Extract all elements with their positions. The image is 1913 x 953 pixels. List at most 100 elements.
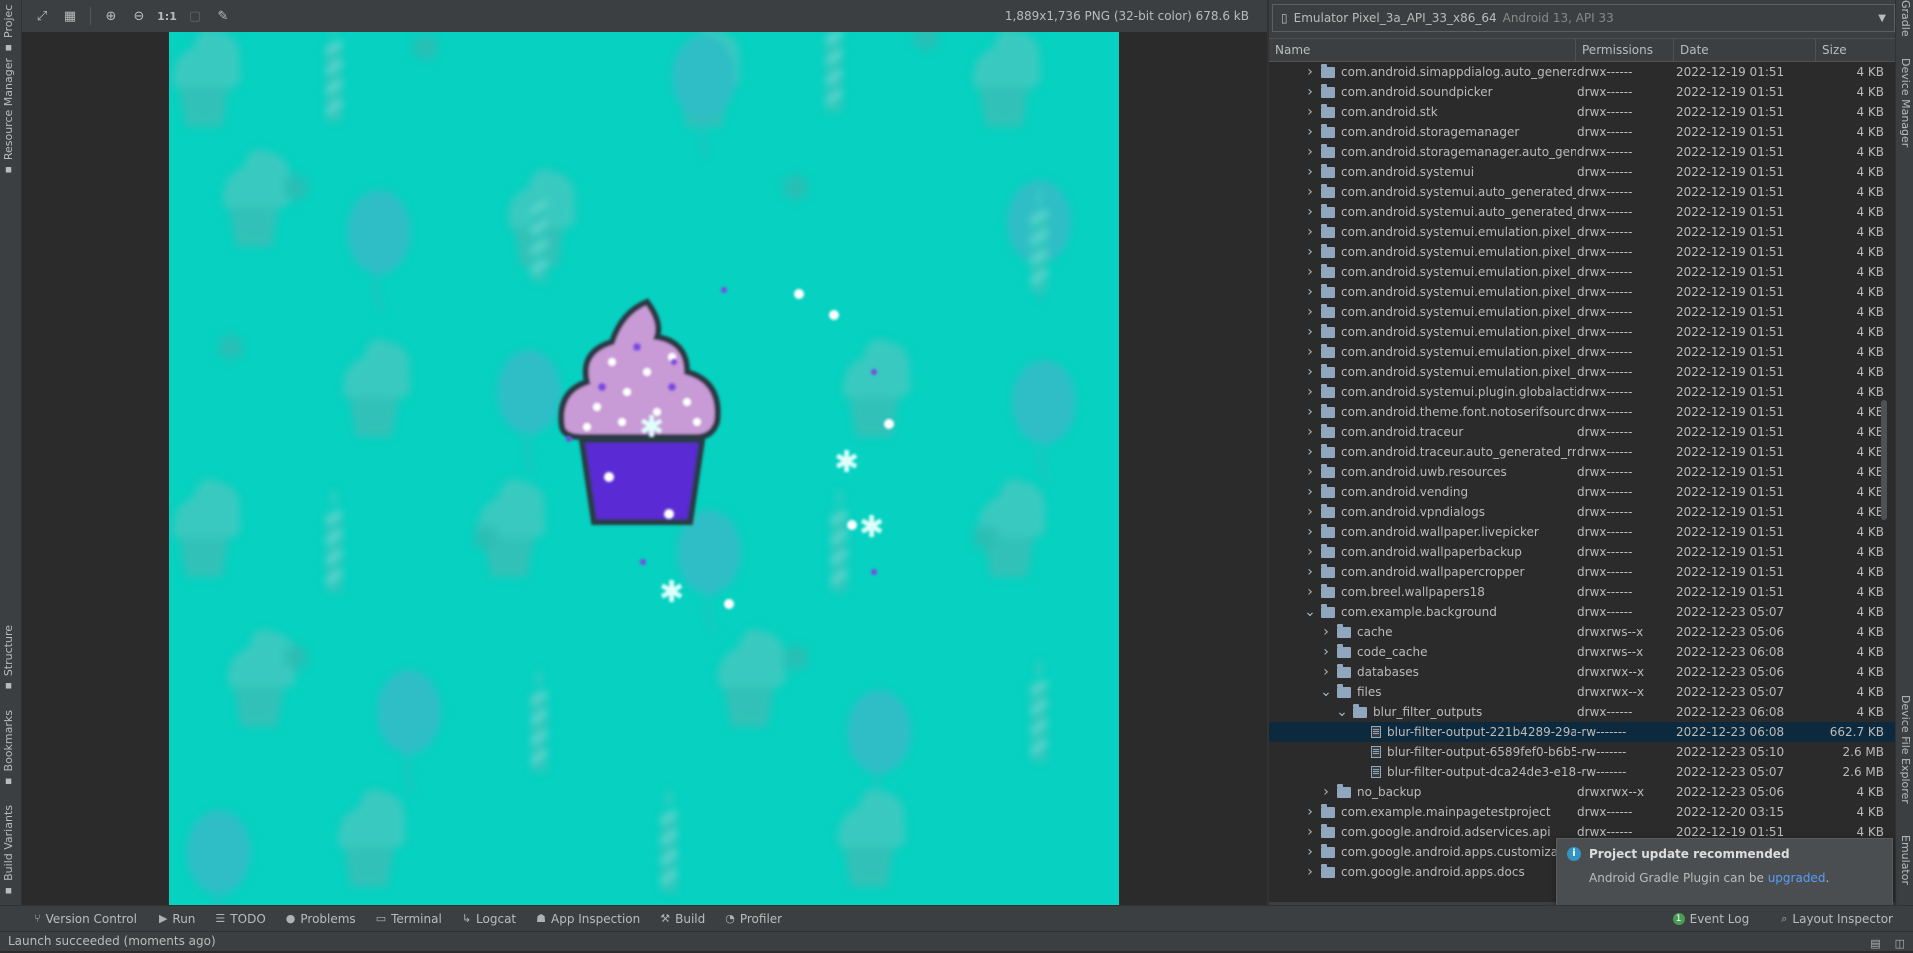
chevron-right-icon[interactable]: › (1303, 422, 1317, 442)
chevron-down-icon[interactable]: ⌄ (1319, 682, 1333, 702)
chevron-right-icon[interactable]: › (1303, 342, 1317, 362)
zoom-in-icon[interactable]: ⊕ (99, 4, 123, 28)
folder-row[interactable]: › com.android.systemui.emulation.pixel_3_… (1269, 242, 1895, 262)
tool-tab-device-file-explorer[interactable]: Device File Explorer (1899, 695, 1912, 804)
chevron-right-icon[interactable]: › (1303, 362, 1317, 382)
column-header-size[interactable]: Size (1816, 39, 1886, 61)
tab-todo[interactable]: ☰ TODO (215, 912, 265, 926)
folder-row[interactable]: ⌄ files drwxrwx--x 2022-12-23 05:07 4 KB (1269, 682, 1895, 702)
folder-row[interactable]: › com.android.wallpaperbackup drwx------ 20… (1269, 542, 1895, 562)
folder-row[interactable]: › com.breel.wallpapers18 drwx------ 2022-12… (1269, 582, 1895, 602)
tool-tab-build-variants[interactable]: ▪ Build Variants (2, 805, 15, 898)
chevron-right-icon[interactable]: › (1303, 802, 1317, 822)
chevron-right-icon[interactable]: › (1303, 522, 1317, 542)
chevron-right-icon[interactable]: › (1303, 502, 1317, 522)
tab-build[interactable]: ⚒ Build (660, 912, 705, 926)
chevron-right-icon[interactable]: › (1319, 622, 1333, 642)
chevron-right-icon[interactable]: › (1303, 142, 1317, 162)
column-header-permissions[interactable]: Permissions (1576, 39, 1674, 61)
chevron-right-icon[interactable]: › (1303, 842, 1317, 862)
chevron-right-icon[interactable]: › (1303, 82, 1317, 102)
chevron-right-icon[interactable]: › (1303, 402, 1317, 422)
folder-row[interactable]: › com.android.soundpicker drwx------ 2022-1… (1269, 82, 1895, 102)
folder-row[interactable]: › com.android.uwb.resources drwx------ 2022… (1269, 462, 1895, 482)
folder-row[interactable]: › com.android.wallpapercropper drwx------ 2… (1269, 562, 1895, 582)
chevron-right-icon[interactable]: › (1303, 482, 1317, 502)
folder-row[interactable]: › com.android.systemui.emulation.pixel_4 d… (1269, 302, 1895, 322)
tab-run[interactable]: ▶ Run (159, 912, 195, 926)
tool-tab-structure[interactable]: ▪ Structure (2, 625, 15, 693)
folder-row[interactable]: › com.android.storagemanager drwx------ 202… (1269, 122, 1895, 142)
chevron-right-icon[interactable]: › (1303, 322, 1317, 342)
folder-row[interactable]: › com.android.traceur drwx------ 2022-12-19… (1269, 422, 1895, 442)
chevron-right-icon[interactable]: › (1303, 162, 1317, 182)
folder-row[interactable]: › cache drwxrws--x 2022-12-23 05:06 4 KB (1269, 622, 1895, 642)
notification-balloon[interactable]: i Project update recommended Android Gra… (1556, 838, 1893, 908)
tab-layout-inspector[interactable]: ⌕ Layout Inspector (1781, 912, 1893, 926)
tool-tab-gradle[interactable]: Gradle (1899, 0, 1912, 37)
folder-row[interactable]: › databases drwxrwx--x 2022-12-23 05:06 4 KB (1269, 662, 1895, 682)
file-row[interactable]: blur-filter-output-dca24de3-e18! -rw-----… (1269, 762, 1895, 782)
folder-row[interactable]: ⌄ com.example.background drwx------ 2022-12… (1269, 602, 1895, 622)
chevron-right-icon[interactable]: › (1303, 582, 1317, 602)
folder-row[interactable]: › com.android.storagemanager.auto_generat… (1269, 142, 1895, 162)
tool-tab-project[interactable]: ▪ Project (2, 4, 15, 55)
chevron-right-icon[interactable]: › (1303, 122, 1317, 142)
tool-tab-device-manager[interactable]: Device Manager (1899, 58, 1912, 147)
tab-version-control[interactable]: ⑂ Version Control (34, 912, 137, 926)
tool-tab-bookmarks[interactable]: ▪ Bookmarks (2, 710, 15, 788)
tab-profiler[interactable]: ◔ Profiler (725, 912, 782, 926)
actual-size-button[interactable]: 1:1 (155, 4, 179, 28)
file-row[interactable]: blur-filter-output-221b4289-29a -rw------… (1269, 722, 1895, 742)
lock-icon[interactable]: ▤ (1870, 934, 1880, 953)
chevron-right-icon[interactable]: › (1303, 102, 1317, 122)
folder-row[interactable]: › code_cache drwxrws--x 2022-12-23 06:08 4 K… (1269, 642, 1895, 662)
tab-logcat[interactable]: ↳ Logcat (462, 912, 516, 926)
chevron-right-icon[interactable]: › (1303, 182, 1317, 202)
chevron-right-icon[interactable]: › (1303, 442, 1317, 462)
folder-row[interactable]: › com.android.traceur.auto_generated_rro_… (1269, 442, 1895, 462)
folder-row[interactable]: › com.android.stk drwx------ 2022-12-19 01:… (1269, 102, 1895, 122)
tool-tab-emulator[interactable]: Emulator (1899, 835, 1912, 885)
folder-row[interactable]: › com.android.systemui.emulation.pixel_5 d… (1269, 362, 1895, 382)
device-selector[interactable]: ▯ Emulator Pixel_3a_API_33_x86_64 Androi… (1272, 4, 1895, 32)
notifications-icon[interactable]: ◫ (1895, 934, 1905, 953)
chevron-right-icon[interactable]: › (1319, 642, 1333, 662)
chevron-down-icon[interactable]: ⌄ (1335, 702, 1349, 722)
folder-row[interactable]: › com.android.systemui.emulation.pixel_3a… (1269, 282, 1895, 302)
chevron-right-icon[interactable]: › (1319, 662, 1333, 682)
chevron-right-icon[interactable]: › (1303, 462, 1317, 482)
folder-row[interactable]: › com.android.theme.font.notoserifsource d… (1269, 402, 1895, 422)
chevron-down-icon[interactable]: ⌄ (1303, 602, 1317, 622)
folder-row[interactable]: › com.android.systemui.emulation.pixel_4_… (1269, 322, 1895, 342)
tab-terminal[interactable]: ▭ Terminal (376, 912, 442, 926)
folder-row[interactable]: › no_backup drwxrwx--x 2022-12-23 05:06 4 KB (1269, 782, 1895, 802)
folder-row[interactable]: › com.android.vending drwx------ 2022-12-19… (1269, 482, 1895, 502)
chevron-right-icon[interactable]: › (1319, 782, 1333, 802)
status-message[interactable]: Launch succeeded (moments ago) (8, 934, 216, 948)
chevron-right-icon[interactable]: › (1303, 262, 1317, 282)
zoom-out-icon[interactable]: ⊖ (127, 4, 151, 28)
folder-row[interactable]: › com.android.systemui.emulation.pixel_3a… (1269, 262, 1895, 282)
vertical-scrollbar[interactable] (1881, 400, 1887, 520)
chevron-right-icon[interactable]: › (1303, 222, 1317, 242)
column-header-date[interactable]: Date (1674, 39, 1816, 61)
folder-row[interactable]: › com.android.systemui drwx------ 2022-12-1… (1269, 162, 1895, 182)
chevron-right-icon[interactable]: › (1303, 822, 1317, 842)
background-icon[interactable]: ▢ (183, 4, 207, 28)
grid-icon[interactable]: ▦ (58, 4, 82, 28)
chevron-right-icon[interactable]: › (1303, 862, 1317, 882)
folder-row[interactable]: ⌄ blur_filter_outputs drwx------ 2022-12-23… (1269, 702, 1895, 722)
chevron-right-icon[interactable]: › (1303, 382, 1317, 402)
chevron-right-icon[interactable]: › (1303, 242, 1317, 262)
tab-app-inspection[interactable]: ☗ App Inspection (536, 912, 640, 926)
folder-row[interactable]: › com.android.systemui.auto_generated_rro… (1269, 182, 1895, 202)
fit-to-screen-icon[interactable]: ⤢ (30, 4, 54, 28)
upgrade-link[interactable]: upgraded (1768, 871, 1826, 885)
folder-row[interactable]: › com.android.wallpaper.livepicker drwx---… (1269, 522, 1895, 542)
folder-row[interactable]: › com.android.vpndialogs drwx------ 2022-12… (1269, 502, 1895, 522)
chevron-right-icon[interactable]: › (1303, 202, 1317, 222)
folder-row[interactable]: › com.android.systemui.auto_generated_rro… (1269, 202, 1895, 222)
folder-row[interactable]: › com.android.systemui.plugin.globalactio… (1269, 382, 1895, 402)
chevron-right-icon[interactable]: › (1303, 562, 1317, 582)
